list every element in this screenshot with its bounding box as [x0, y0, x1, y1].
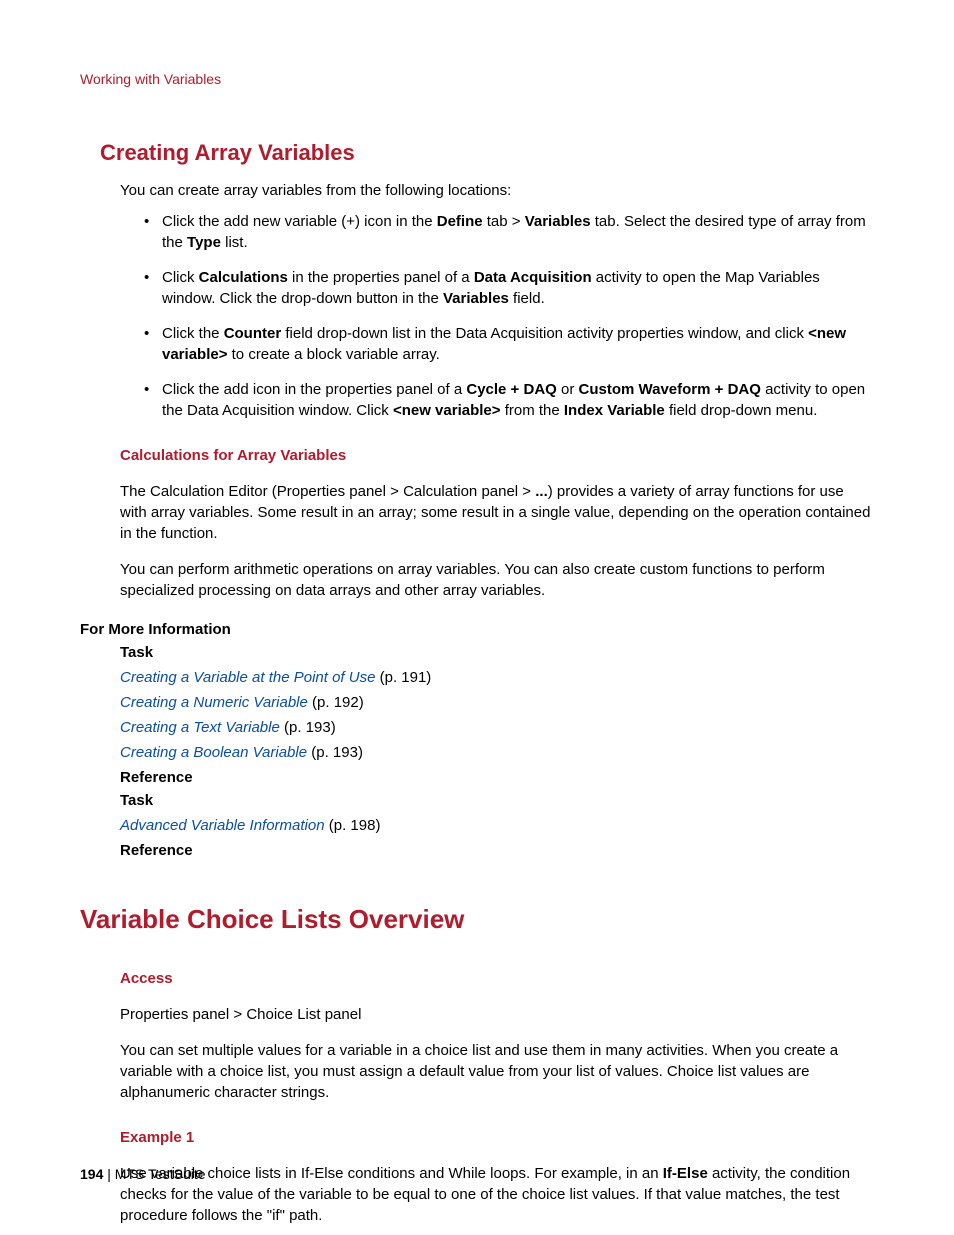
- link-row: Creating a Variable at the Point of Use …: [120, 667, 874, 688]
- link-creating-text-variable[interactable]: Creating a Text Variable: [120, 719, 280, 736]
- link-creating-numeric-variable[interactable]: Creating a Numeric Variable: [120, 694, 308, 711]
- heading-access: Access: [120, 968, 874, 989]
- product-name: MTS TestSuite: [115, 1166, 206, 1182]
- task-label: Task: [120, 642, 874, 663]
- link-advanced-variable-information[interactable]: Advanced Variable Information: [120, 817, 325, 834]
- reference-label: Reference: [120, 840, 874, 861]
- page-footer: 194 | MTS TestSuite: [80, 1165, 206, 1185]
- link-creating-boolean-variable[interactable]: Creating a Boolean Variable: [120, 744, 307, 761]
- access-path: Properties panel > Choice List panel: [120, 1004, 874, 1025]
- list-item: Click the Counter field drop-down list i…: [140, 323, 874, 365]
- choice-list-paragraph: You can set multiple values for a variab…: [120, 1040, 874, 1103]
- intro-text: You can create array variables from the …: [120, 180, 874, 201]
- link-row: Creating a Boolean Variable (p. 193): [120, 742, 874, 763]
- heading-calculations: Calculations for Array Variables: [120, 445, 874, 466]
- task-label: Task: [120, 790, 874, 811]
- heading-example-1: Example 1: [120, 1127, 874, 1148]
- reference-label: Reference: [120, 767, 874, 788]
- calc-paragraph-1: The Calculation Editor (Properties panel…: [120, 481, 874, 544]
- link-row: Advanced Variable Information (p. 198): [120, 815, 874, 836]
- breadcrumb: Working with Variables: [80, 70, 874, 90]
- list-item: Click the add icon in the properties pan…: [140, 379, 874, 421]
- link-row: Creating a Text Variable (p. 193): [120, 717, 874, 738]
- calc-paragraph-2: You can perform arithmetic operations on…: [120, 559, 874, 601]
- example-1-paragraph: Use variable choice lists in If-Else con…: [120, 1163, 874, 1226]
- heading-variable-choice-lists: Variable Choice Lists Overview: [80, 901, 874, 937]
- link-row: Creating a Numeric Variable (p. 192): [120, 692, 874, 713]
- link-creating-variable-point-of-use[interactable]: Creating a Variable at the Point of Use: [120, 669, 375, 686]
- bullet-list: Click the add new variable (+) icon in t…: [140, 211, 874, 421]
- list-item: Click the add new variable (+) icon in t…: [140, 211, 874, 253]
- page-number: 194: [80, 1166, 103, 1182]
- list-item: Click Calculations in the properties pan…: [140, 267, 874, 309]
- heading-creating-array-variables: Creating Array Variables: [100, 138, 874, 169]
- for-more-info-heading: For More Information: [80, 619, 874, 640]
